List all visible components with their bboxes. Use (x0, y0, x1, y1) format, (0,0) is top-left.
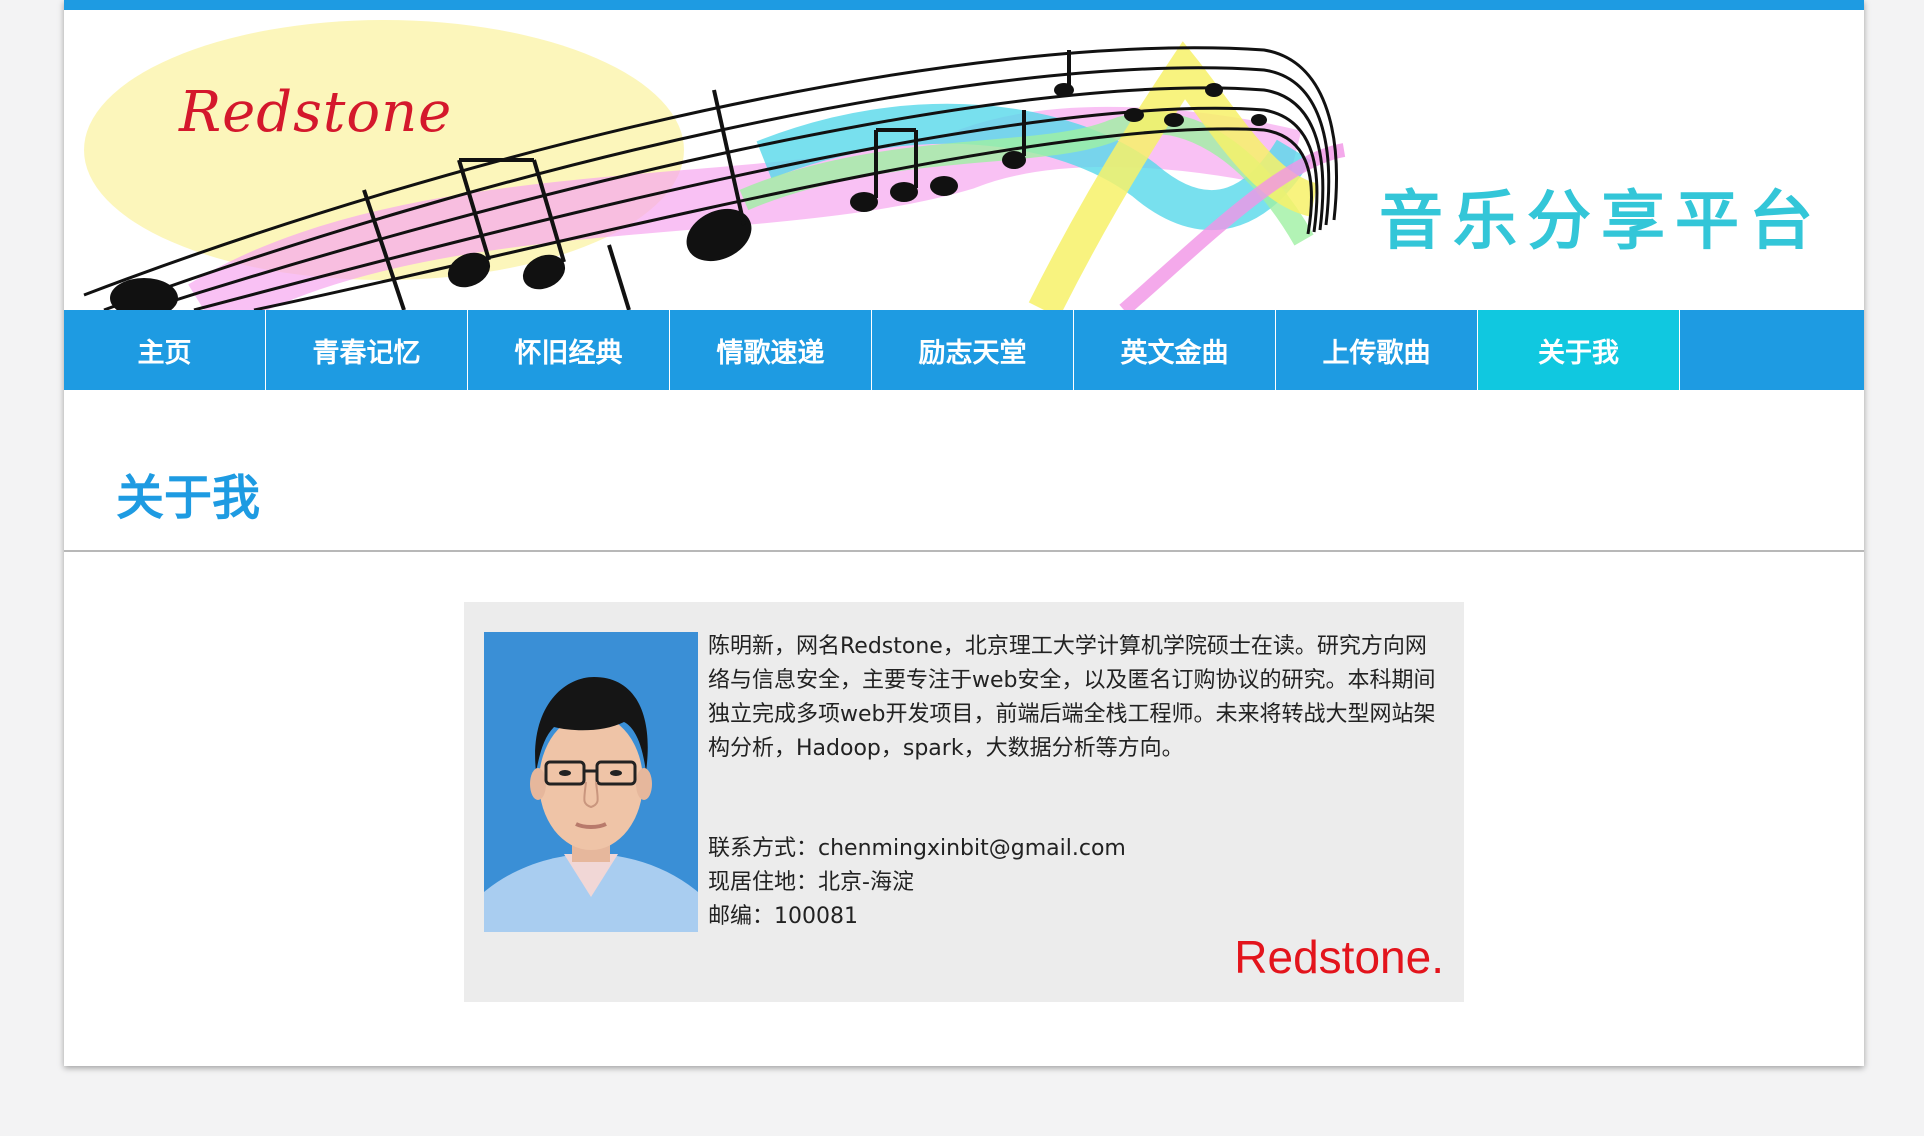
site-slogan: 音乐分享平台 (1379, 185, 1823, 259)
nav-item-english-hits[interactable]: 英文金曲 (1074, 310, 1276, 390)
nav-item-youth-memories[interactable]: 青春记忆 (266, 310, 468, 390)
signature: Redstone. (1234, 931, 1444, 983)
nav-item-inspirational[interactable]: 励志天堂 (872, 310, 1074, 390)
contact-postcode: 邮编：100081 (708, 904, 858, 929)
top-accent-bar (64, 0, 1864, 10)
site-logo[interactable]: Redstone (179, 80, 452, 145)
nav-item-upload-song[interactable]: 上传歌曲 (1276, 310, 1478, 390)
profile-photo (484, 632, 698, 932)
page-title: 关于我 (116, 470, 261, 526)
contact-email: 联系方式：chenmingxinbit@gmail.com (708, 836, 1126, 861)
title-divider (64, 550, 1864, 552)
profile-contact-block: 联系方式：chenmingxinbit@gmail.com 现居住地：北京-海淀… (708, 832, 1448, 934)
main-nav: 主页 青春记忆 怀旧经典 情歌速递 励志天堂 英文金曲 上传歌曲 关于我 (64, 310, 1864, 390)
profile-bio: 陈明新，网名Redstone，北京理工大学计算机学院硕士在读。研究方向网络与信息… (708, 634, 1436, 761)
banner: Redstone 音乐分享平台 (64, 10, 1864, 310)
nav-item-home[interactable]: 主页 (64, 310, 266, 390)
contact-address: 现居住地：北京-海淀 (708, 870, 914, 895)
nav-item-love-songs[interactable]: 情歌速递 (670, 310, 872, 390)
nav-item-nostalgic-classics[interactable]: 怀旧经典 (468, 310, 670, 390)
music-notes-illustration (83, 20, 1346, 310)
profile-card: 陈明新，网名Redstone，北京理工大学计算机学院硕士在读。研究方向网络与信息… (464, 602, 1464, 1002)
nav-item-about-me[interactable]: 关于我 (1478, 310, 1680, 390)
page-container: Redstone 音乐分享平台 主页 青春记忆 怀旧经典 情歌速递 励志天堂 英… (64, 0, 1864, 1066)
